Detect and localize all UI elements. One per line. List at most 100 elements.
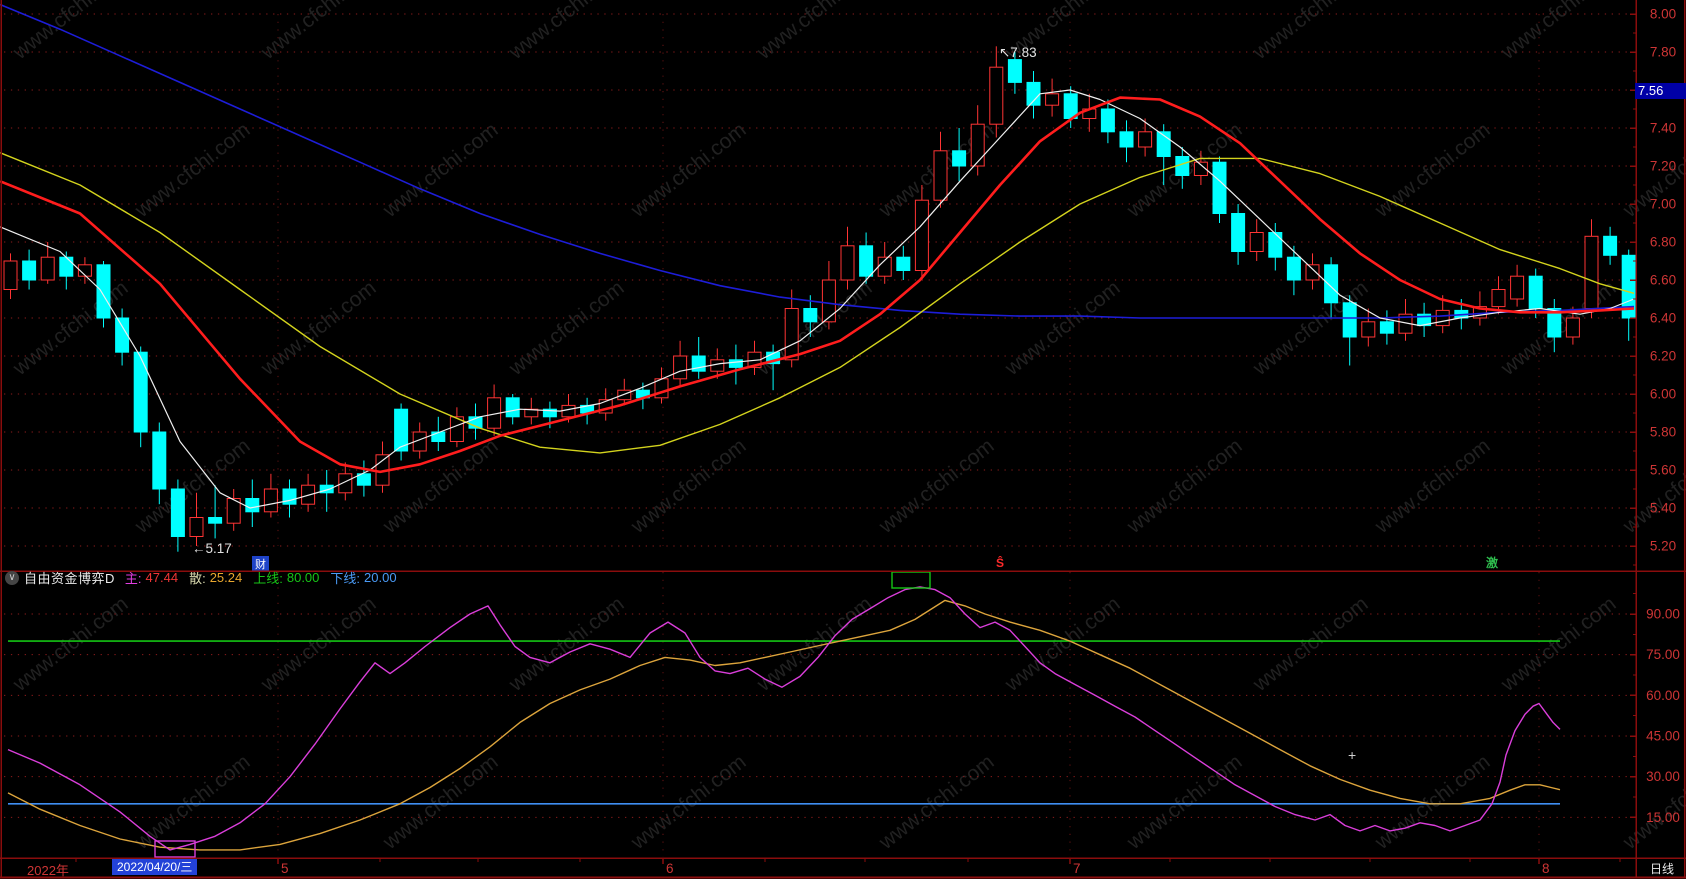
candle-body	[133, 351, 148, 433]
candle-body	[989, 66, 1004, 125]
year-label: 2022年	[27, 863, 69, 878]
candle-body	[821, 279, 836, 323]
price-axis-label: 5.20	[1650, 539, 1676, 554]
watermark-text: www.cfchi.com	[1618, 434, 1686, 538]
candle-body	[1584, 235, 1599, 309]
watermark-text: www.cfchi.com	[626, 118, 750, 222]
month-label: 7	[1073, 861, 1081, 876]
sell-marker-text: Ŝ	[996, 555, 1004, 570]
candle-body	[859, 245, 874, 277]
watermark-text: www.cfchi.com	[256, 592, 380, 696]
watermark-text: www.cfchi.com	[8, 592, 132, 696]
candle-body	[40, 256, 55, 281]
candle-body	[96, 264, 111, 319]
watermark-text: www.cfchi.com	[1496, 592, 1620, 696]
candle-body	[1249, 232, 1264, 252]
candle-body	[263, 488, 278, 513]
candle-body	[1342, 302, 1357, 338]
watermark-text: www.cfchi.com	[378, 750, 502, 854]
param-main-value: 47.44	[145, 570, 179, 585]
candle-body	[1138, 131, 1153, 148]
watermark-text: www.cfchi.com	[1122, 750, 1246, 854]
indicator-header: ∨ 自由资金博弈D 主: 47.44 散: 25.24 上线: 80.00 下线…	[5, 569, 408, 586]
watermark-text: www.cfchi.com	[256, 276, 380, 380]
watermark-text: www.cfchi.com	[1618, 750, 1686, 854]
price-axis-label: 5.60	[1650, 463, 1676, 478]
price-axis-label: 7.20	[1650, 159, 1676, 174]
indicator-axis-label: 30.00	[1646, 769, 1680, 784]
param-upper-value: 80.00	[286, 570, 320, 585]
watermark-text: www.cfchi.com	[8, 276, 132, 380]
watermark-text: www.cfchi.com	[1370, 750, 1494, 854]
candle-body	[1119, 131, 1134, 148]
candle-body	[1435, 309, 1450, 327]
plus-marker: +	[1348, 747, 1356, 763]
indicator-axis-layer: 90.00 75.00 60.00 45.00 30.00 15.00	[1630, 593, 1680, 825]
watermark-text: www.cfchi.com	[130, 750, 254, 854]
high-annotation: ↖7.83	[999, 45, 1037, 60]
chart-canvas[interactable]: www.cfchi.com www.cfchi.com www.cfchi.com w…	[0, 0, 1686, 879]
indicator-lines-layer: +	[7, 571, 1561, 858]
candle-body	[1045, 93, 1060, 106]
period-label[interactable]: 日线	[1641, 860, 1683, 877]
candle-body	[561, 404, 576, 418]
watermark-text: www.cfchi.com	[256, 0, 380, 65]
param-scatter-value: 25.24	[209, 570, 243, 585]
price-axis-label: 7.00	[1650, 197, 1676, 212]
collapse-chevron-icon[interactable]: ∨	[5, 570, 19, 585]
watermark-text: www.cfchi.com	[130, 118, 254, 222]
watermark-text: www.cfchi.com	[504, 592, 628, 696]
param-upper-label: 上线:	[253, 571, 283, 586]
price-axis-label: 8.00	[1650, 7, 1676, 22]
candle-body	[933, 150, 948, 201]
watermark-text: www.cfchi.com	[1370, 118, 1494, 222]
watermark-text: www.cfchi.com	[1000, 276, 1124, 380]
candle-body	[803, 308, 818, 323]
candle-body	[59, 256, 74, 277]
price-axis-label: 6.80	[1650, 235, 1676, 250]
watermark-text: www.cfchi.com	[504, 276, 628, 380]
candle-body	[3, 260, 18, 290]
candle-body	[840, 245, 855, 281]
watermark-text: www.cfchi.com	[752, 592, 876, 696]
candle-body	[896, 256, 911, 272]
ma-lines-layer	[0, 3, 1635, 509]
candle-body	[431, 431, 446, 442]
watermark-text: www.cfchi.com	[1248, 592, 1372, 696]
candle-body	[1491, 289, 1506, 308]
watermark-text: www.cfchi.com	[378, 118, 502, 222]
frame-layer	[0, 0, 1686, 879]
date-axis-layer: 5 6 7 8	[75, 858, 1621, 876]
candle-body	[1212, 161, 1227, 214]
watermark-text: www.cfchi.com	[8, 0, 132, 65]
indicator-axis-label: 45.00	[1646, 729, 1680, 744]
candle-body	[1100, 108, 1115, 133]
candle-body	[152, 431, 167, 490]
month-label: 6	[666, 861, 674, 876]
selected-date-badge[interactable]: 2022/04/20/三	[112, 859, 198, 875]
param-main-label: 主:	[124, 571, 142, 586]
watermark-text: www.cfchi.com	[1000, 592, 1124, 696]
watermark-text: www.cfchi.com	[1248, 0, 1372, 65]
candle-body	[914, 199, 929, 271]
indicator-axis-label: 60.00	[1646, 688, 1680, 703]
watermark-text: www.cfchi.com	[752, 0, 876, 65]
candle-body	[115, 317, 130, 353]
price-axis-label: 7.80	[1650, 45, 1676, 60]
watermark-text: www.cfchi.com	[1370, 434, 1494, 538]
candle-body	[1286, 256, 1301, 281]
watermark-text: www.cfchi.com	[504, 0, 628, 65]
candle-body	[1324, 264, 1339, 304]
candles-layer	[3, 46, 1636, 552]
candle-body	[189, 517, 204, 537]
watermark-text: www.cfchi.com	[874, 750, 998, 854]
candle-body	[1305, 264, 1320, 281]
price-axis-label: 7.40	[1650, 121, 1676, 136]
candle-body	[1565, 317, 1580, 338]
last-price-badge: 7.56	[1635, 83, 1686, 99]
candle-body	[673, 355, 688, 380]
candle-body	[22, 260, 37, 281]
indicator-highlight-box	[891, 571, 931, 589]
ma-slow-line	[0, 3, 1635, 319]
indicator-name[interactable]: 自由资金博弈D	[24, 568, 115, 587]
